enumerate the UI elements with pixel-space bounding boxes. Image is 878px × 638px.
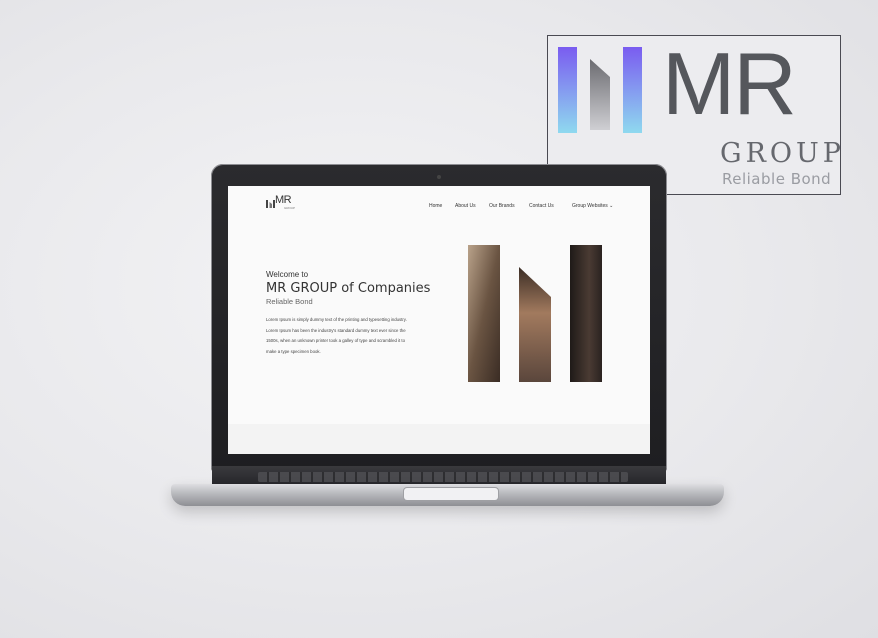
hero-title: MR GROUP of Companies (266, 281, 431, 296)
logo-wordmark: MR (662, 34, 797, 133)
next-section (228, 424, 650, 454)
site-logo[interactable]: MR GROUP (266, 194, 295, 213)
hero-photo-collage (468, 245, 602, 382)
site-logo-sub: GROUP (284, 206, 296, 210)
hero-tagline: Reliable Bond (266, 297, 313, 306)
nav-contact[interactable]: Contact Us (529, 203, 554, 209)
nav-group-websites[interactable]: Group Websites ⌄ (572, 203, 613, 209)
photo-strip-left (468, 245, 500, 382)
chevron-down-icon: ⌄ (609, 203, 614, 209)
photo-strip-middle (519, 267, 551, 382)
site-logo-text: MR (275, 194, 292, 206)
hero-welcome: Welcome to (266, 270, 309, 279)
hero-body: Lorem Ipsum is simply dummy text of the … (266, 317, 407, 354)
nav-group-websites-label: Group Websites (572, 203, 608, 209)
nav-home[interactable]: Home (429, 203, 442, 209)
logo-tagline: Reliable Bond (722, 170, 832, 188)
laptop-front-notch (404, 488, 498, 500)
laptop-lid: MR GROUP Home About Us Our Brands Contac… (211, 164, 667, 472)
keyboard-edge (258, 472, 628, 482)
logo-group: GROUP (720, 138, 845, 169)
nav-brands[interactable]: Our Brands (489, 203, 515, 209)
laptop-screen: MR GROUP Home About Us Our Brands Contac… (228, 186, 650, 454)
photo-strip-right (570, 245, 602, 382)
camera-icon (437, 175, 441, 179)
nav-about[interactable]: About Us (455, 203, 476, 209)
